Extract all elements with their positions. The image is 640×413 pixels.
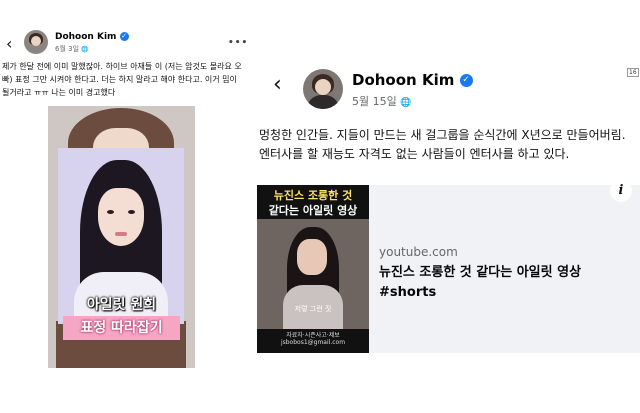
verified-icon: ✓ — [119, 32, 129, 41]
post-meta: 5월 15일 🌐 — [352, 93, 411, 109]
thumbnail-subtitle: 저렇 그런 짓 — [294, 305, 332, 313]
info-icon[interactable]: i — [610, 180, 632, 202]
post-text: 멍청한 인간들. 지들이 만드는 새 걸그룹을 순식간에 X년으로 만들어버림.… — [259, 128, 626, 161]
left-post: ‹ Dohoon Kim ✓ 6월 3일 🌐 ••• 제가 한달 전에 이미 말… — [0, 28, 250, 368]
link-title[interactable]: 뉴진스 조롱한 것 같다는 아일릿 영상 #shorts — [379, 263, 629, 303]
post-video-thumbnail[interactable]: 아일릿 원희 표정 따라잡기 — [48, 106, 195, 368]
verified-icon: ✓ — [459, 74, 473, 87]
right-post: ‹ Dohoon Kim ✓ 5월 15일 🌐 멍청한 인간들. 지들이 만드는… — [255, 55, 640, 360]
avatar[interactable] — [303, 69, 343, 109]
globe-icon: 🌐 — [81, 46, 89, 53]
link-domain: youtube.com — [379, 245, 458, 259]
video-caption-bottom: 표정 따라잡기 — [63, 316, 180, 340]
more-options-icon[interactable]: ••• — [228, 38, 248, 48]
link-preview-card[interactable]: 뉴진스 조롱한 것 같다는 아일릿 영상 저렇 그런 짓 자료자·시즌사고·제보… — [257, 185, 640, 353]
video-caption-top: 아일릿 원희 — [86, 297, 157, 313]
back-arrow-icon[interactable]: ‹ — [6, 36, 12, 52]
link-thumbnail[interactable]: 뉴진스 조롱한 것 같다는 아일릿 영상 저렇 그런 짓 자료자·시즌사고·제보… — [257, 185, 369, 353]
author-name[interactable]: Dohoon Kim ✓ — [352, 71, 473, 89]
back-arrow-icon[interactable]: ‹ — [273, 74, 282, 96]
thumbnail-footer-1: 자료자·시즌사고·제보 — [286, 332, 340, 339]
author-name[interactable]: Dohoon Kim ✓ — [55, 32, 129, 42]
post-date[interactable]: 6월 3일 — [55, 45, 79, 53]
author-name-text[interactable]: Dohoon Kim — [352, 71, 454, 89]
post-date[interactable]: 5월 15일 — [352, 95, 397, 108]
corner-badge: 16 — [627, 68, 639, 77]
thumbnail-footer-2: jsbobos1@gmail.com — [280, 339, 346, 346]
post-meta: 6월 3일 🌐 — [55, 44, 89, 54]
post-text: 제가 한달 전에 이미 말했잖아. 하이브 아재들 이 (저는 암것도 몰라요 … — [2, 62, 242, 97]
author-name-text[interactable]: Dohoon Kim — [55, 32, 116, 42]
globe-icon: 🌐 — [400, 98, 412, 108]
thumbnail-title-line-2: 같다는 아일릿 영상 — [268, 204, 358, 217]
thumbnail-title-line-1: 뉴진스 조롱한 것 — [273, 189, 353, 202]
avatar[interactable] — [24, 30, 48, 54]
